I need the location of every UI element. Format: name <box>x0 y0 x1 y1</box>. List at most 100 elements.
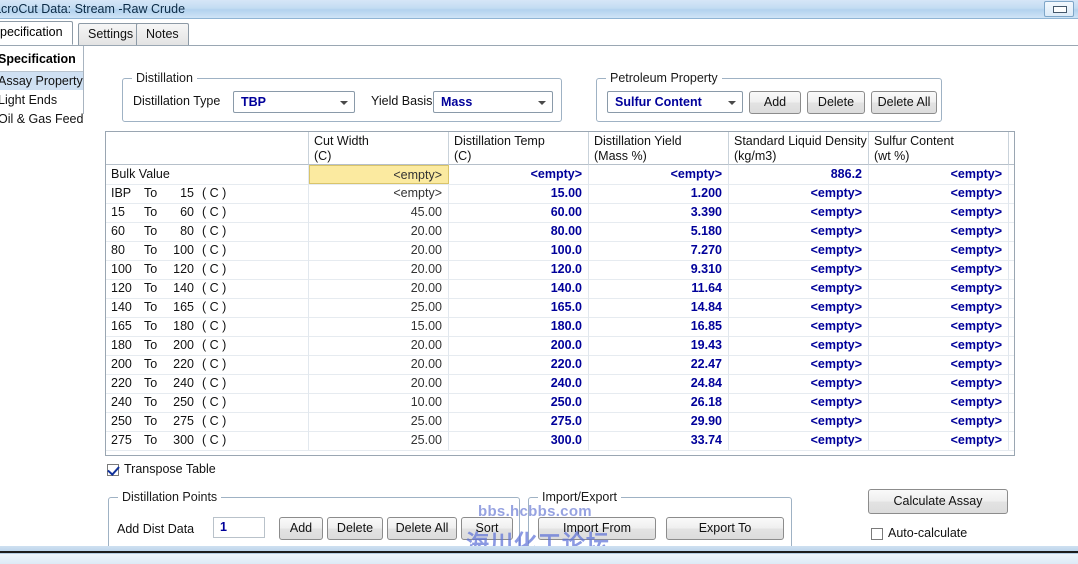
cell-cut-width[interactable]: 20.00 <box>309 241 449 260</box>
table-row[interactable]: Bulk Value <empty> <empty> <empty> 886.2 <emp… <box>106 165 1014 184</box>
property-delete-all-button[interactable]: Delete All <box>871 91 937 114</box>
cell-sulfur-content[interactable]: <empty> <box>869 431 1009 450</box>
cell-distillation-temp[interactable]: 240.0 <box>449 374 589 393</box>
assay-data-grid[interactable]: Cut Width (C) Distillation Temp (C) Dist… <box>105 131 1015 456</box>
cell-distillation-yield[interactable]: 19.43 <box>589 336 729 355</box>
cell-distillation-yield[interactable]: 26.18 <box>589 393 729 412</box>
cell-cut-width[interactable]: 20.00 <box>309 336 449 355</box>
cell-sulfur-content[interactable]: <empty> <box>869 336 1009 355</box>
cell-sulfur-content[interactable]: <empty> <box>869 222 1009 241</box>
table-row[interactable]: 180 To 200( C ) 20.00 200.0 19.43 <empty> <empt… <box>106 336 1014 355</box>
grid-header-cut-width[interactable]: Cut Width (C) <box>309 132 449 165</box>
cell-cut-width[interactable]: 20.00 <box>309 279 449 298</box>
row-label-cell[interactable]: 275 To 300 ( C ) <box>106 431 309 450</box>
cell-cut-width[interactable]: 20.00 <box>309 260 449 279</box>
table-row[interactable]: 60 To 80( C ) 20.00 80.00 5.180 <empty> <empty> <box>106 222 1014 241</box>
cell-sulfur-content[interactable]: <empty> <box>869 184 1009 203</box>
table-row[interactable]: 165 To 180( C ) 15.00 180.0 16.85 <empty> <empt… <box>106 317 1014 336</box>
cell-distillation-yield[interactable]: 3.390 <box>589 203 729 222</box>
cell-standard-liquid-density[interactable]: <empty> <box>729 355 869 374</box>
row-label-cell[interactable]: 250 To 275 ( C ) <box>106 412 309 431</box>
table-row[interactable]: 220 To 240( C ) 20.00 240.0 24.84 <empty> <empt… <box>106 374 1014 393</box>
cell-standard-liquid-density[interactable]: <empty> <box>729 222 869 241</box>
cell-distillation-temp[interactable]: 250.0 <box>449 393 589 412</box>
cell-cut-width[interactable]: <empty> <box>309 184 449 203</box>
tab-notes[interactable]: Notes <box>136 23 189 45</box>
add-dist-data-input[interactable]: 1 <box>213 517 265 538</box>
transpose-table-checkbox[interactable] <box>107 463 120 476</box>
cell-distillation-yield[interactable]: 1.200 <box>589 184 729 203</box>
dist-points-delete-all-button[interactable]: Delete All <box>387 517 457 540</box>
cell-standard-liquid-density[interactable]: <empty> <box>729 279 869 298</box>
table-row[interactable]: 100 To 120( C ) 20.00 120.0 9.310 <empty> <empt… <box>106 260 1014 279</box>
cell-standard-liquid-density[interactable]: <empty> <box>729 393 869 412</box>
row-label-cell[interactable]: IBP To 15 ( C ) <box>106 184 309 203</box>
row-label-cell[interactable]: 180 To 200 ( C ) <box>106 336 309 355</box>
cell-sulfur-content[interactable]: <empty> <box>869 165 1009 184</box>
cell-distillation-yield[interactable]: 5.180 <box>589 222 729 241</box>
row-label-cell[interactable]: 120 To 140 ( C ) <box>106 279 309 298</box>
calculate-assay-button[interactable]: Calculate Assay <box>868 489 1008 514</box>
table-row[interactable]: IBP To 15( C ) <empty> 15.00 1.200 <empty> <emp… <box>106 184 1014 203</box>
grid-header-distillation-yield[interactable]: Distillation Yield (Mass %) <box>589 132 729 165</box>
grid-header-distillation-temp[interactable]: Distillation Temp (C) <box>449 132 589 165</box>
cell-cut-width[interactable]: 25.00 <box>309 298 449 317</box>
cell-cut-width[interactable]: 20.00 <box>309 355 449 374</box>
table-row[interactable]: 275 To 300( C ) 25.00 300.0 33.74 <empty> <empt… <box>106 431 1014 450</box>
cell-standard-liquid-density[interactable]: <empty> <box>729 317 869 336</box>
cell-sulfur-content[interactable]: <empty> <box>869 241 1009 260</box>
property-add-button[interactable]: Add <box>749 91 801 114</box>
cell-standard-liquid-density[interactable]: <empty> <box>729 241 869 260</box>
cell-distillation-temp[interactable]: 15.00 <box>449 184 589 203</box>
cell-cut-width[interactable]: 25.00 <box>309 412 449 431</box>
dist-points-add-button[interactable]: Add <box>279 517 323 540</box>
sidebar-item-assay-property[interactable]: Assay Property <box>0 72 83 90</box>
cell-cut-width[interactable]: 20.00 <box>309 222 449 241</box>
distillation-type-select[interactable]: TBP <box>233 91 355 113</box>
cell-distillation-yield[interactable]: 33.74 <box>589 431 729 450</box>
cell-standard-liquid-density[interactable]: <empty> <box>729 374 869 393</box>
cell-sulfur-content[interactable]: <empty> <box>869 412 1009 431</box>
grid-header-sulfur-content[interactable]: Sulfur Content (wt %) <box>869 132 1009 165</box>
row-label-cell[interactable]: 15 To 60 ( C ) <box>106 203 309 222</box>
grid-header-rowlabel[interactable] <box>106 132 309 165</box>
dist-points-sort-button[interactable]: Sort <box>461 517 513 540</box>
cell-distillation-temp[interactable]: 60.00 <box>449 203 589 222</box>
cell-distillation-temp[interactable]: 165.0 <box>449 298 589 317</box>
cell-standard-liquid-density[interactable]: <empty> <box>729 336 869 355</box>
cell-distillation-temp[interactable]: 80.00 <box>449 222 589 241</box>
table-row[interactable]: 240 To 250( C ) 10.00 250.0 26.18 <empty> <empt… <box>106 393 1014 412</box>
cell-cut-width[interactable]: 45.00 <box>309 203 449 222</box>
auto-calculate-checkbox[interactable] <box>871 528 883 540</box>
table-row[interactable]: 250 To 275( C ) 25.00 275.0 29.90 <empty> <empt… <box>106 412 1014 431</box>
cell-distillation-temp[interactable]: <empty> <box>449 165 589 184</box>
cell-distillation-temp[interactable]: 300.0 <box>449 431 589 450</box>
property-delete-button[interactable]: Delete <box>807 91 865 114</box>
cell-standard-liquid-density[interactable]: <empty> <box>729 298 869 317</box>
cell-distillation-temp[interactable]: 180.0 <box>449 317 589 336</box>
grid-header-standard-liquid-density[interactable]: Standard Liquid Density (kg/m3) <box>729 132 869 165</box>
cell-cut-width[interactable]: <empty> <box>309 165 449 184</box>
cell-cut-width[interactable]: 10.00 <box>309 393 449 412</box>
cell-distillation-temp[interactable]: 275.0 <box>449 412 589 431</box>
petroleum-property-select[interactable]: Sulfur Content <box>607 91 743 113</box>
cell-sulfur-content[interactable]: <empty> <box>869 260 1009 279</box>
cell-standard-liquid-density[interactable]: <empty> <box>729 260 869 279</box>
row-label-cell[interactable]: Bulk Value <box>106 165 309 184</box>
cell-sulfur-content[interactable]: <empty> <box>869 317 1009 336</box>
dist-points-delete-button[interactable]: Delete <box>327 517 383 540</box>
cell-cut-width[interactable]: 25.00 <box>309 431 449 450</box>
row-label-cell[interactable]: 140 To 165 ( C ) <box>106 298 309 317</box>
table-row[interactable]: 15 To 60( C ) 45.00 60.00 3.390 <empty> <empty> <box>106 203 1014 222</box>
row-label-cell[interactable]: 240 To 250 ( C ) <box>106 393 309 412</box>
cell-standard-liquid-density[interactable]: <empty> <box>729 184 869 203</box>
cell-distillation-yield[interactable]: 24.84 <box>589 374 729 393</box>
cell-standard-liquid-density[interactable]: <empty> <box>729 203 869 222</box>
table-row[interactable]: 120 To 140( C ) 20.00 140.0 11.64 <empty> <empt… <box>106 279 1014 298</box>
cell-distillation-yield[interactable]: 22.47 <box>589 355 729 374</box>
cell-sulfur-content[interactable]: <empty> <box>869 298 1009 317</box>
cell-standard-liquid-density[interactable]: 886.2 <box>729 165 869 184</box>
cell-sulfur-content[interactable]: <empty> <box>869 355 1009 374</box>
row-label-cell[interactable]: 60 To 80 ( C ) <box>106 222 309 241</box>
cell-distillation-temp[interactable]: 120.0 <box>449 260 589 279</box>
